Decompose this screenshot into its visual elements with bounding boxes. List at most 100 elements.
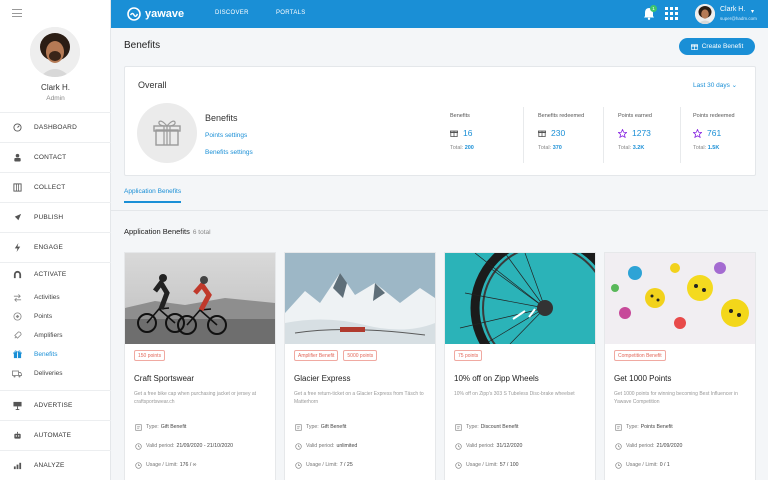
tag-icon: [134, 423, 142, 431]
stat-points-earned: Points earned 1273 Total: 3.2K: [618, 113, 652, 151]
brand-logo[interactable]: yawave: [127, 7, 184, 21]
card-title: 10% off on Zipp Wheels: [454, 374, 539, 383]
card-title: Glacier Express: [294, 374, 351, 383]
overall-title: Overall: [138, 80, 167, 90]
top-user-name[interactable]: Clark H.: [720, 6, 745, 13]
card-usage: Usage / Limit: 0 / 1: [614, 461, 670, 469]
gift-icon: [690, 44, 698, 50]
section-title: Application Benefits 6 total: [124, 227, 211, 236]
card-description: Get a free bike cap when purchasing jack…: [134, 391, 257, 405]
card-type: Type: Gift Benefit: [134, 423, 186, 431]
type-value: Gift Benefit: [160, 424, 187, 430]
divider: [680, 107, 681, 163]
stat-value: 230: [551, 128, 566, 138]
valid-label: Valid period:: [306, 443, 335, 449]
sidebar-sub-label: Deliveries: [34, 370, 63, 377]
valid-label: Valid period:: [146, 443, 175, 449]
type-value: Gift Benefit: [320, 424, 347, 430]
calendar-clock-icon: [454, 442, 462, 450]
clock-icon: [614, 461, 622, 469]
stat-total-label: Total:: [693, 145, 707, 151]
calendar-clock-icon: [294, 442, 302, 450]
stat-total: 1.5K: [707, 145, 720, 151]
benefit-card[interactable]: Amplifier Benefit 5000 points Glacier Ex…: [284, 252, 436, 480]
sidebar-sub-label: Activities: [34, 294, 60, 301]
type-value: Discount Benefit: [480, 424, 519, 430]
sidebar-item-activate[interactable]: ACTIVATE: [0, 262, 111, 286]
sidebar-item-publish[interactable]: PUBLISH: [0, 202, 111, 232]
stat-total-label: Total:: [618, 145, 632, 151]
sidebar-item-amplifiers[interactable]: Amplifiers: [0, 326, 111, 345]
type-label: Type:: [466, 424, 479, 430]
sidebar-item-dashboard[interactable]: DASHBOARD: [0, 112, 111, 142]
stat-total: 200: [464, 145, 474, 151]
apps-grid-icon[interactable]: [665, 7, 678, 20]
tag-list: 75 points: [454, 350, 483, 361]
benefits-settings-link[interactable]: Benefits settings: [205, 149, 253, 156]
star-icon: [618, 128, 627, 138]
benefit-card[interactable]: 75 points 10% off on Zipp Wheels 10% off…: [444, 252, 596, 480]
sidebar-item-label: DASHBOARD: [34, 124, 77, 131]
sidebar-item-automate[interactable]: AUTOMATE: [0, 420, 111, 450]
sidebar-item-deliveries[interactable]: Deliveries: [0, 364, 111, 383]
points-tag: 75 points: [454, 350, 483, 361]
tabs: Application Benefits: [124, 188, 182, 203]
sidebar-item-advertise[interactable]: ADVERTISE: [0, 390, 111, 420]
create-benefit-label: Create Benefit: [701, 43, 744, 50]
nav-discover[interactable]: DISCOVER: [215, 10, 249, 16]
chevron-down-icon[interactable]: ▾: [751, 8, 754, 15]
valid-value: 21/09/2020: [656, 443, 683, 449]
card-title: Craft Sportswear: [134, 374, 195, 383]
sidebar-item-benefits[interactable]: Benefits: [0, 345, 111, 364]
valid-label: Valid period:: [626, 443, 655, 449]
sidebar-item-label: AUTOMATE: [34, 432, 72, 439]
calendar-clock-icon: [134, 442, 142, 450]
billboard-icon: [12, 401, 22, 411]
tag-list: 150 points: [134, 350, 166, 361]
avatar[interactable]: [695, 4, 715, 24]
avatar[interactable]: [30, 27, 80, 77]
sidebar-item-points[interactable]: Points: [0, 307, 111, 326]
menu-icon[interactable]: [12, 9, 22, 17]
sidebar-item-activities[interactable]: Activities: [0, 288, 111, 307]
points-settings-link[interactable]: Points settings: [205, 132, 247, 139]
sidebar-sub-label: Points: [34, 313, 53, 320]
tab-application-benefits[interactable]: Application Benefits: [124, 188, 182, 203]
benefit-image-lottery-balls: [605, 253, 755, 344]
benefit-card[interactable]: Competition Benefit Get 1000 Points Get …: [604, 252, 756, 480]
sidebar-sub-label: Amplifiers: [34, 332, 63, 339]
create-benefit-button[interactable]: Create Benefit: [679, 38, 755, 55]
sidebar-item-label: CONTACT: [34, 154, 67, 161]
card-type: Type: Points Benefit: [614, 423, 673, 431]
sidebar-sub-label: Benefits: [34, 351, 58, 358]
points-tag: 5000 points: [343, 350, 378, 361]
arrows-icon: [12, 293, 22, 303]
nav-portals[interactable]: PORTALS: [276, 10, 306, 16]
stat-value: 16: [463, 128, 473, 138]
contact-icon: [12, 153, 22, 163]
sidebar-item-collect[interactable]: COLLECT: [0, 172, 111, 202]
calendar-clock-icon: [614, 442, 622, 450]
benefit-card[interactable]: 150 points Craft Sportswear Get a free b…: [124, 252, 276, 480]
top-bar: yawave DISCOVER PORTALS 1 Clark H. super…: [111, 0, 768, 28]
points-icon: [12, 312, 22, 322]
stat-benefits: Benefits 16 Total: 200: [450, 113, 474, 151]
chart-icon: [12, 461, 22, 471]
section-count: 6 total: [192, 229, 211, 236]
stat-label: Benefits: [450, 113, 470, 119]
tag-list: Amplifier Benefit 5000 points: [294, 350, 378, 361]
sidebar-item-analyze[interactable]: ANALYZE: [0, 450, 111, 480]
valid-value: 31/12/2020: [496, 443, 523, 449]
sidebar-item-contact[interactable]: CONTACT: [0, 142, 111, 172]
stat-label: Benefits redeemed: [538, 113, 585, 119]
period-dropdown[interactable]: Last 30 days ⌄: [693, 81, 737, 89]
stat-value: 761: [707, 128, 722, 138]
sidebar-item-engage[interactable]: ENGAGE: [0, 232, 111, 262]
main-content: Benefits Create Benefit Overall Last 30 …: [111, 28, 768, 480]
magnet-icon: [12, 270, 22, 280]
clock-icon: [294, 461, 302, 469]
sidebar-item-label: ANALYZE: [34, 462, 65, 469]
card-valid-period: Valid period: 21/09/2020 - 21/10/2020: [134, 442, 233, 450]
card-usage: Usage / Limit: 7 / 25: [294, 461, 353, 469]
sidebar-item-label: PUBLISH: [34, 214, 64, 221]
